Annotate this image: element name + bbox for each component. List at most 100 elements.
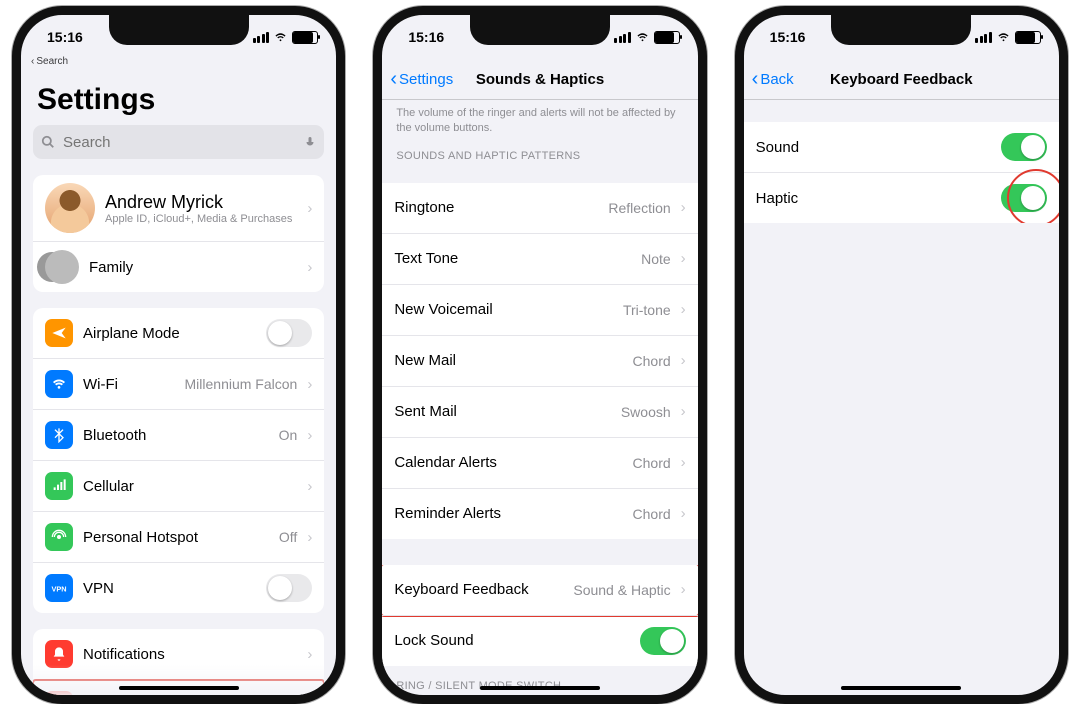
chevron-right-icon: › <box>307 530 312 545</box>
row-value: Tri-tone <box>623 302 671 318</box>
row-label: VPN <box>83 580 256 597</box>
home-indicator[interactable] <box>841 686 961 690</box>
row-label: Sent Mail <box>394 403 611 420</box>
chevron-right-icon: › <box>307 377 312 392</box>
settings-row[interactable]: VPN VPN <box>33 562 324 613</box>
row-value: Sound & Haptic <box>573 582 670 598</box>
family-label: Family <box>89 259 297 276</box>
row-label: New Mail <box>394 352 622 369</box>
cellular-bars-icon <box>614 32 631 43</box>
search-field[interactable] <box>33 125 324 159</box>
svg-text:VPN: VPN <box>51 584 66 593</box>
section-header: RING / SILENT MODE SWITCH <box>382 666 697 695</box>
settings-row[interactable]: BluetoothOn› <box>33 409 324 460</box>
keyboard-feedback-group: Sound Haptic <box>744 122 1059 223</box>
row-label: Keyboard Feedback <box>394 581 563 598</box>
page-title: Settings <box>33 59 324 125</box>
home-indicator[interactable] <box>480 686 600 690</box>
chevron-right-icon: › <box>681 251 686 266</box>
search-input[interactable] <box>61 133 298 152</box>
row-label: Lock Sound <box>394 632 629 649</box>
bell-icon <box>45 640 73 668</box>
profile-card: Andrew Myrick Apple ID, iCloud+, Media &… <box>33 175 324 292</box>
lock-sound-row[interactable]: Lock Sound <box>382 615 697 666</box>
sound-pattern-row[interactable]: New MailChord› <box>382 335 697 386</box>
feedback-row[interactable]: Haptic <box>744 172 1059 223</box>
chevron-right-icon: › <box>307 647 312 662</box>
nav-title: Sounds & Haptics <box>476 71 604 88</box>
bluetooth-icon <box>45 421 73 449</box>
toggle[interactable] <box>266 574 312 602</box>
status-time: 15:16 <box>770 29 806 45</box>
wifi-icon <box>273 32 288 43</box>
settings-row[interactable]: Personal HotspotOff› <box>33 511 324 562</box>
keyboard-feedback-row[interactable]: Keyboard Feedback Sound & Haptic › <box>382 565 697 615</box>
row-value: Swoosh <box>621 404 671 420</box>
chevron-right-icon: › <box>681 506 686 521</box>
home-indicator[interactable] <box>119 686 239 690</box>
sound-pattern-row[interactable]: Reminder Alerts Chord › <box>382 488 697 539</box>
row-label: Ringtone <box>394 199 598 216</box>
apple-id-row[interactable]: Andrew Myrick Apple ID, iCloud+, Media &… <box>33 175 324 241</box>
breadcrumb-back[interactable]: ‹Search <box>31 56 68 67</box>
sound-pattern-row[interactable]: Text ToneNote› <box>382 233 697 284</box>
row-label: Notifications <box>83 646 297 663</box>
phone-settings: 15:16 ‹Search Settings Andrew Myrick App… <box>12 6 345 704</box>
lock-sound-toggle[interactable] <box>640 627 686 655</box>
wifi-icon <box>45 370 73 398</box>
row-label: Personal Hotspot <box>83 529 269 546</box>
nav-bar: ‹Settings Sounds & Haptics <box>382 59 697 100</box>
toggle[interactable] <box>1001 133 1047 161</box>
chevron-right-icon: › <box>307 260 312 275</box>
row-label: Cellular <box>83 478 297 495</box>
phone-keyboard-feedback: 15:16 ‹Back Keyboard Feedback Sound Hapti… <box>735 6 1068 704</box>
row-value: Chord <box>633 506 671 522</box>
vpn-icon: VPN <box>45 574 73 602</box>
row-value: Millennium Falcon <box>185 376 298 392</box>
settings-row[interactable]: Cellular › <box>33 460 324 511</box>
row-label: Reminder Alerts <box>394 505 622 522</box>
chevron-right-icon: › <box>307 479 312 494</box>
toggle[interactable] <box>266 319 312 347</box>
sound-patterns-group: RingtoneReflection›Text ToneNote›New Voi… <box>382 183 697 539</box>
chevron-right-icon: › <box>681 582 686 597</box>
sound-pattern-row[interactable]: New VoicemailTri-tone› <box>382 284 697 335</box>
row-value: Chord <box>633 455 671 471</box>
wifi-icon <box>996 32 1011 43</box>
connectivity-group: Airplane ModeWi-FiMillennium Falcon›Blue… <box>33 308 324 613</box>
row-label: Wi-Fi <box>83 376 175 393</box>
sound-pattern-row[interactable]: Ringtone Reflection › <box>382 183 697 233</box>
avatar <box>45 183 95 233</box>
family-avatars <box>45 250 79 284</box>
cellular-bars-icon <box>253 32 270 43</box>
row-value: Chord <box>633 353 671 369</box>
chevron-right-icon: › <box>681 200 686 215</box>
chevron-right-icon: › <box>681 302 686 317</box>
row-value: Note <box>641 251 671 267</box>
family-row[interactable]: Family › <box>33 241 324 292</box>
back-button[interactable]: ‹Back <box>752 71 794 88</box>
chevron-right-icon: › <box>681 455 686 470</box>
row-label: Calendar Alerts <box>394 454 622 471</box>
settings-row[interactable]: Airplane Mode <box>33 308 324 358</box>
status-time: 15:16 <box>47 29 83 45</box>
section-header: SOUNDS AND HAPTIC PATTERNS <box>382 136 697 167</box>
feedback-row[interactable]: Sound <box>744 122 1059 172</box>
chevron-right-icon: › <box>307 428 312 443</box>
sound-pattern-row[interactable]: Calendar Alerts Chord › <box>382 437 697 488</box>
toggle[interactable] <box>1001 184 1047 212</box>
sound-pattern-row[interactable]: Sent MailSwoosh› <box>382 386 697 437</box>
row-label: Haptic <box>756 190 991 207</box>
settings-row[interactable]: Wi-Fi Millennium Falcon › <box>33 358 324 409</box>
battery-icon <box>1015 31 1041 44</box>
cellular-icon <box>45 472 73 500</box>
back-button[interactable]: ‹Settings <box>390 71 453 88</box>
nav-title: Keyboard Feedback <box>830 71 973 88</box>
row-value: Reflection <box>608 200 670 216</box>
status-time: 15:16 <box>408 29 444 45</box>
row-label: Sound <box>756 139 991 156</box>
notch <box>831 15 971 45</box>
notch <box>109 15 249 45</box>
search-icon <box>41 135 55 149</box>
volume-note: The volume of the ringer and alerts will… <box>382 100 697 136</box>
